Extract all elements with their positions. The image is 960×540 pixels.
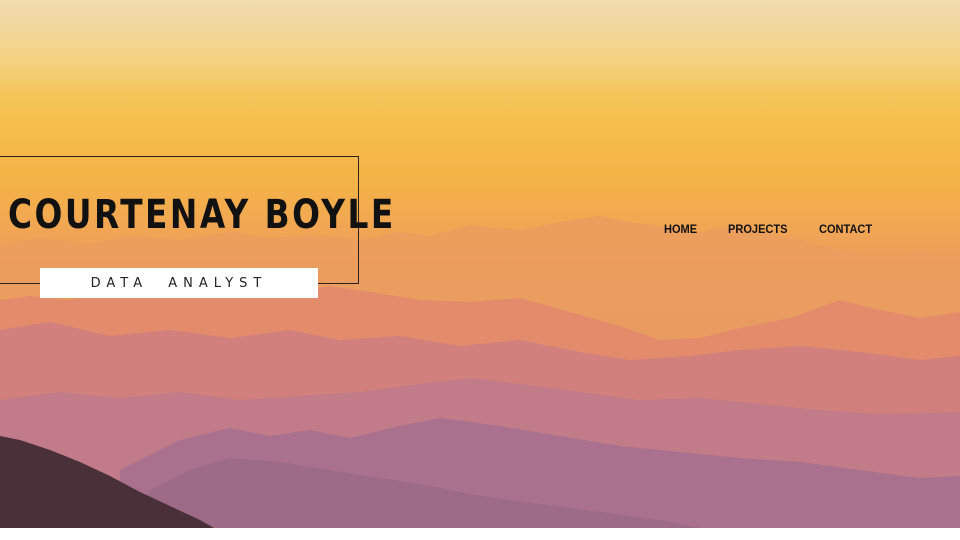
subtitle-box: DATA ANALYST <box>40 268 318 298</box>
site-subtitle: DATA ANALYST <box>90 275 268 291</box>
page-bottom-strip <box>0 528 960 540</box>
site-title: COURTENAY BOYLE <box>8 192 396 238</box>
main-nav: HOME PROJECTS CONTACT <box>664 219 876 239</box>
nav-link-projects[interactable]: PROJECTS <box>728 222 788 236</box>
nav-link-contact[interactable]: CONTACT <box>819 222 872 236</box>
nav-link-home[interactable]: HOME <box>664 222 697 236</box>
